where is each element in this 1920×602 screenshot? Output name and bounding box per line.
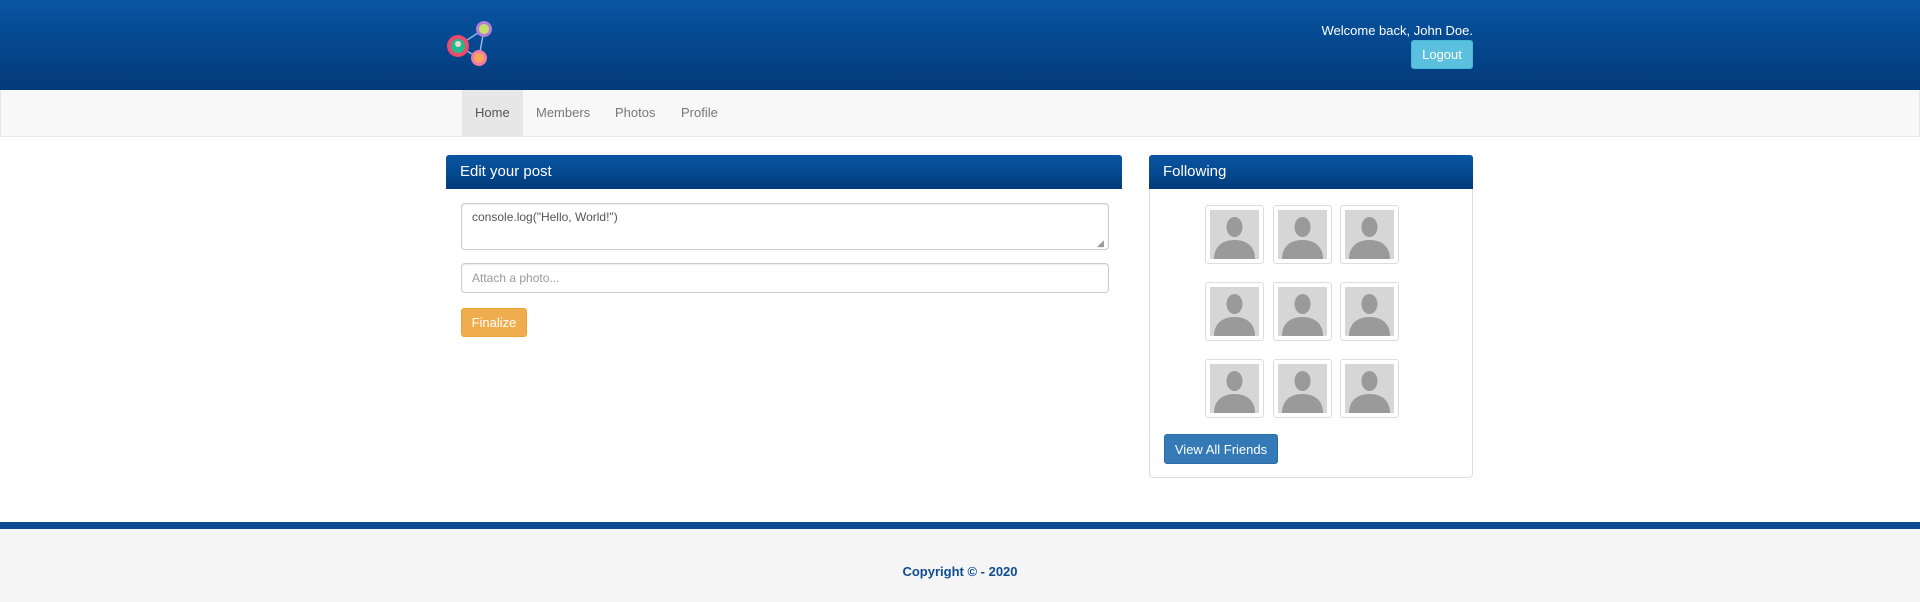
following-panel: Following View All Friends <box>1149 155 1473 478</box>
nav-item-home[interactable]: Home <box>462 90 523 136</box>
edit-post-title: Edit your post <box>446 155 1122 189</box>
friend-thumbnail[interactable] <box>1273 359 1332 418</box>
network-people-icon <box>447 21 492 66</box>
default-avatar-icon <box>1345 287 1394 336</box>
default-avatar-icon <box>1278 287 1327 336</box>
default-avatar-icon <box>1345 364 1394 413</box>
nav-item-photos[interactable]: Photos <box>602 90 668 136</box>
friend-thumbnail[interactable] <box>1340 282 1399 341</box>
attach-photo-input[interactable] <box>461 263 1109 293</box>
friend-thumbnail[interactable] <box>1340 205 1399 264</box>
friend-thumbnail[interactable] <box>1340 359 1399 418</box>
default-avatar-icon <box>1210 287 1259 336</box>
friend-thumbnail[interactable] <box>1273 282 1332 341</box>
default-avatar-icon <box>1278 364 1327 413</box>
logout-button[interactable]: Logout <box>1411 40 1473 69</box>
friend-thumbnail[interactable] <box>1273 205 1332 264</box>
logo[interactable] <box>446 20 496 70</box>
main-navbar: Home Members Photos Profile <box>0 90 1920 137</box>
default-avatar-icon <box>1210 364 1259 413</box>
friend-thumbnail[interactable] <box>1205 359 1264 418</box>
footer-divider <box>0 522 1920 529</box>
default-avatar-icon <box>1345 210 1394 259</box>
site-footer: Copyright © - 2020 <box>0 529 1920 602</box>
default-avatar-icon <box>1278 210 1327 259</box>
following-title: Following <box>1149 155 1473 189</box>
edit-post-panel: Edit your post ◢ Finalize <box>446 155 1122 345</box>
welcome-message: Welcome back, John Doe. <box>1321 23 1474 38</box>
site-header: Welcome back, John Doe. Logout <box>0 0 1920 90</box>
default-avatar-icon <box>1210 210 1259 259</box>
finalize-button[interactable]: Finalize <box>461 308 527 337</box>
nav-item-members[interactable]: Members <box>523 90 603 136</box>
nav-item-profile[interactable]: Profile <box>668 90 731 136</box>
friend-thumbnail[interactable] <box>1205 282 1264 341</box>
post-textarea[interactable] <box>461 203 1109 250</box>
view-all-friends-button[interactable]: View All Friends <box>1164 434 1278 464</box>
friend-thumbnail[interactable] <box>1205 205 1264 264</box>
copyright-text: Copyright © - 2020 <box>902 564 1018 579</box>
